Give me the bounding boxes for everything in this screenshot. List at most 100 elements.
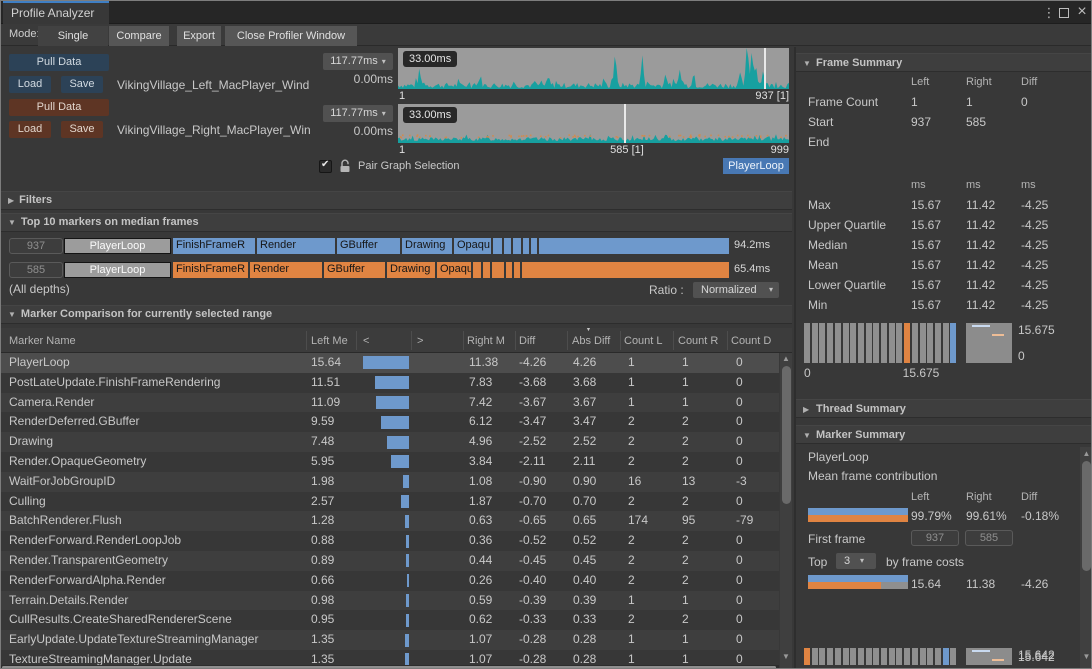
range-dropdown-left[interactable]: 117.77ms▾: [323, 53, 393, 70]
scroll-down-icon[interactable]: ▼: [781, 652, 791, 661]
column-header-count-d[interactable]: Count D: [731, 333, 771, 349]
top10-marker-segment[interactable]: [473, 262, 481, 278]
kebab-menu-icon[interactable]: ⋮: [1042, 3, 1056, 23]
scroll-down-icon[interactable]: ▼: [1081, 652, 1092, 661]
pull-data-right-button[interactable]: Pull Data: [9, 99, 109, 116]
top10-marker-segment[interactable]: FinishFrameR: [173, 262, 248, 278]
column-header-count-r[interactable]: Count R: [678, 333, 718, 349]
column-header-diff[interactable]: Diff: [519, 333, 535, 349]
table-scrollbar-thumb[interactable]: [782, 366, 791, 504]
column-header--[interactable]: >: [417, 333, 423, 349]
top10-marker-segment[interactable]: [492, 262, 504, 278]
mode-single-button[interactable]: Single: [38, 26, 108, 46]
table-row[interactable]: BatchRenderer.Flush1.280.63-0.650.651749…: [1, 511, 779, 531]
top10-marker-segment[interactable]: Drawing: [387, 262, 435, 278]
top10-marker-box[interactable]: PlayerLoop: [64, 262, 171, 278]
top10-marker-segment[interactable]: GBuffer: [324, 262, 385, 278]
selected-marker-chip[interactable]: PlayerLoop: [723, 158, 789, 174]
median-frame-button[interactable]: 585: [9, 262, 63, 278]
box-plot-median-right: [992, 334, 1004, 336]
mode-compare-button[interactable]: Compare: [109, 26, 169, 46]
range-dropdown-right[interactable]: 117.77ms▾: [323, 105, 393, 122]
panel-scrollbar-thumb[interactable]: [1082, 461, 1091, 571]
top10-marker-segment[interactable]: FinishFrameR: [173, 238, 255, 254]
top10-marker-segment[interactable]: [531, 238, 537, 254]
top10-marker-segment[interactable]: [523, 238, 529, 254]
table-row[interactable]: WaitForJobGroupID1.981.08-0.900.901613-3: [1, 472, 779, 492]
top10-marker-segment[interactable]: Render: [250, 262, 322, 278]
table-row[interactable]: RenderForwardAlpha.Render0.660.26-0.400.…: [1, 571, 779, 591]
median-frame-button[interactable]: 937: [9, 238, 63, 254]
frame-graph-right[interactable]: 33.00ms: [398, 104, 789, 143]
table-row[interactable]: EarlyUpdate.UpdateTextureStreamingManage…: [1, 630, 779, 650]
top10-marker-segment[interactable]: Render: [257, 238, 335, 254]
table-row[interactable]: Render.OpaqueGeometry5.953.84-2.112.1122…: [1, 452, 779, 472]
histogram-bar: [850, 323, 856, 363]
export-button[interactable]: Export: [177, 26, 221, 46]
table-row[interactable]: PostLateUpdate.FinishFrameRendering11.51…: [1, 373, 779, 393]
stat-row-label: Mean: [808, 257, 838, 273]
tab-profile-analyzer[interactable]: Profile Analyzer: [3, 1, 109, 24]
table-row[interactable]: RenderDeferred.GBuffer9.596.12-3.473.472…: [1, 412, 779, 432]
load-right-button[interactable]: Load: [9, 121, 51, 138]
top10-marker-segment[interactable]: [513, 238, 521, 254]
first-frame-left-button[interactable]: 937: [911, 530, 959, 546]
marker-summary-header[interactable]: ▼Marker Summary: [796, 425, 1092, 444]
frame-summary-header[interactable]: ▼Frame Summary: [796, 53, 1092, 72]
column-header-left-me[interactable]: Left Me: [311, 333, 348, 349]
top10-marker-segment[interactable]: [493, 238, 502, 254]
box-plot[interactable]: [966, 323, 1012, 363]
table-row[interactable]: Camera.Render11.097.42-3.673.67110: [1, 393, 779, 413]
histogram[interactable]: [804, 648, 957, 665]
table-row[interactable]: PlayerLoop15.6411.38-4.264.26110: [1, 353, 779, 373]
ratio-dropdown[interactable]: Normalized▾: [693, 282, 779, 298]
maximize-icon[interactable]: [1059, 8, 1069, 18]
left-median-bar: [406, 554, 409, 567]
top10-marker-segment[interactable]: Opaqu: [437, 262, 471, 278]
scroll-up-icon[interactable]: ▲: [781, 354, 791, 363]
table-row[interactable]: CullResults.CreateSharedRendererScene0.9…: [1, 610, 779, 630]
top10-marker-box[interactable]: PlayerLoop: [64, 238, 171, 254]
pull-data-left-button[interactable]: Pull Data: [9, 54, 109, 71]
close-profiler-window-button[interactable]: Close Profiler Window: [225, 26, 357, 46]
table-row[interactable]: Render.TransparentGeometry0.890.44-0.450…: [1, 551, 779, 571]
lock-icon[interactable]: [339, 159, 351, 173]
frame-graph-left[interactable]: 33.00ms: [398, 48, 789, 89]
column-header-right-m[interactable]: Right M: [467, 333, 505, 349]
column-header--[interactable]: <: [363, 333, 369, 349]
value-cell: -0.28: [519, 630, 546, 650]
top10-marker-segment[interactable]: Drawing: [402, 238, 452, 254]
thread-summary-header[interactable]: ▶Thread Summary: [796, 399, 1092, 418]
comparison-header[interactable]: ▼Marker Comparison for currently selecte…: [1, 305, 792, 324]
column-header-count-l[interactable]: Count L: [624, 333, 663, 349]
table-row[interactable]: Culling2.571.87-0.700.70220: [1, 492, 779, 512]
pair-graph-checkbox[interactable]: ✔: [319, 160, 332, 173]
scroll-up-icon[interactable]: ▲: [1081, 449, 1092, 458]
value-cell: 5.95: [311, 452, 334, 472]
table-row[interactable]: RenderForward.RenderLoopJob0.880.36-0.52…: [1, 531, 779, 551]
save-right-button[interactable]: Save: [61, 121, 103, 138]
top10-marker-segment[interactable]: [483, 262, 490, 278]
column-header-marker-name[interactable]: Marker Name: [9, 333, 76, 349]
top10-marker-segment[interactable]: [522, 262, 729, 278]
histogram[interactable]: [804, 323, 957, 363]
top10-marker-segment[interactable]: [514, 262, 520, 278]
top-n-dropdown[interactable]: 3▾: [836, 553, 876, 569]
table-row[interactable]: Drawing7.484.96-2.522.52220: [1, 432, 779, 452]
value-cell: 0.39: [573, 591, 596, 611]
top10-marker-segment[interactable]: Opaqu: [454, 238, 491, 254]
column-header-abs-diff[interactable]: Abs Diff: [572, 333, 610, 349]
table-row[interactable]: Terrain.Details.Render0.980.59-0.390.391…: [1, 591, 779, 611]
filters-header[interactable]: ▶Filters: [1, 191, 792, 210]
close-icon[interactable]: ×: [1075, 2, 1089, 22]
save-left-button[interactable]: Save: [61, 76, 103, 93]
top10-marker-segment[interactable]: GBuffer: [337, 238, 400, 254]
top10-header[interactable]: ▼Top 10 markers on median frames: [1, 213, 792, 232]
first-frame-right-button[interactable]: 585: [965, 530, 1013, 546]
load-left-button[interactable]: Load: [9, 76, 51, 93]
top10-marker-segment[interactable]: [506, 262, 512, 278]
box-plot[interactable]: [966, 648, 1012, 665]
top10-marker-segment[interactable]: [539, 238, 729, 254]
marker-histogram-max-label: 15.642: [1018, 650, 1055, 664]
top10-marker-segment[interactable]: [504, 238, 511, 254]
